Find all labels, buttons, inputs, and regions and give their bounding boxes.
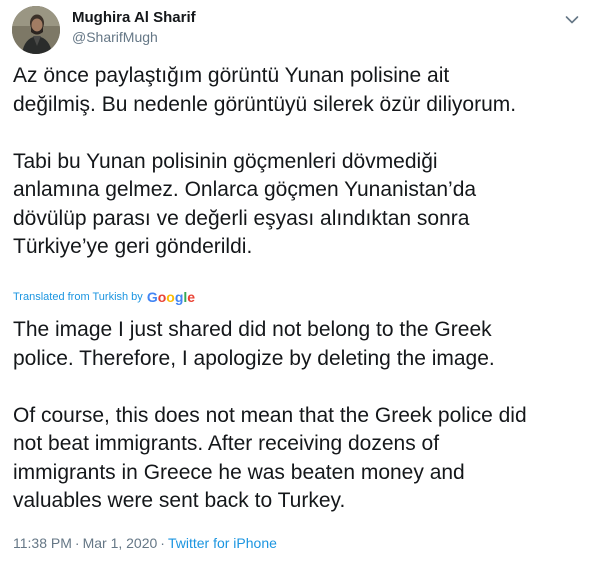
google-logo: Google	[146, 289, 196, 305]
display-name[interactable]: Mughira Al Sharif	[72, 8, 196, 28]
translation-attribution: Translated from Turkish by Google	[13, 287, 195, 307]
tweet-text-translated: The image I just shared did not belong t…	[13, 318, 527, 512]
avatar[interactable]	[12, 6, 60, 54]
separator-dot: ·	[160, 535, 165, 551]
tweet-text-original: Az önce paylaştığım görüntü Yunan polisi…	[13, 64, 517, 258]
separator-dot: ·	[74, 535, 80, 551]
user-handle[interactable]: @SharifMugh	[72, 28, 196, 47]
tweet-card: Mughira Al Sharif @SharifMugh Az önce pa…	[0, 0, 593, 563]
chevron-down-icon[interactable]	[565, 12, 579, 24]
translated-from-label: Translated from Turkish by	[13, 291, 143, 303]
tweet-metadata: 11:38 PM · Mar 1, 2020 · Twitter for iPhone	[13, 534, 277, 552]
tweet-time[interactable]: 11:38 PM	[13, 535, 72, 551]
tweet-date[interactable]: Mar 1, 2020	[83, 535, 158, 551]
tweet-source-link[interactable]: Twitter for iPhone	[168, 535, 277, 551]
user-info[interactable]: Mughira Al Sharif @SharifMugh	[72, 8, 196, 47]
tweet-header: Mughira Al Sharif @SharifMugh	[12, 6, 581, 54]
